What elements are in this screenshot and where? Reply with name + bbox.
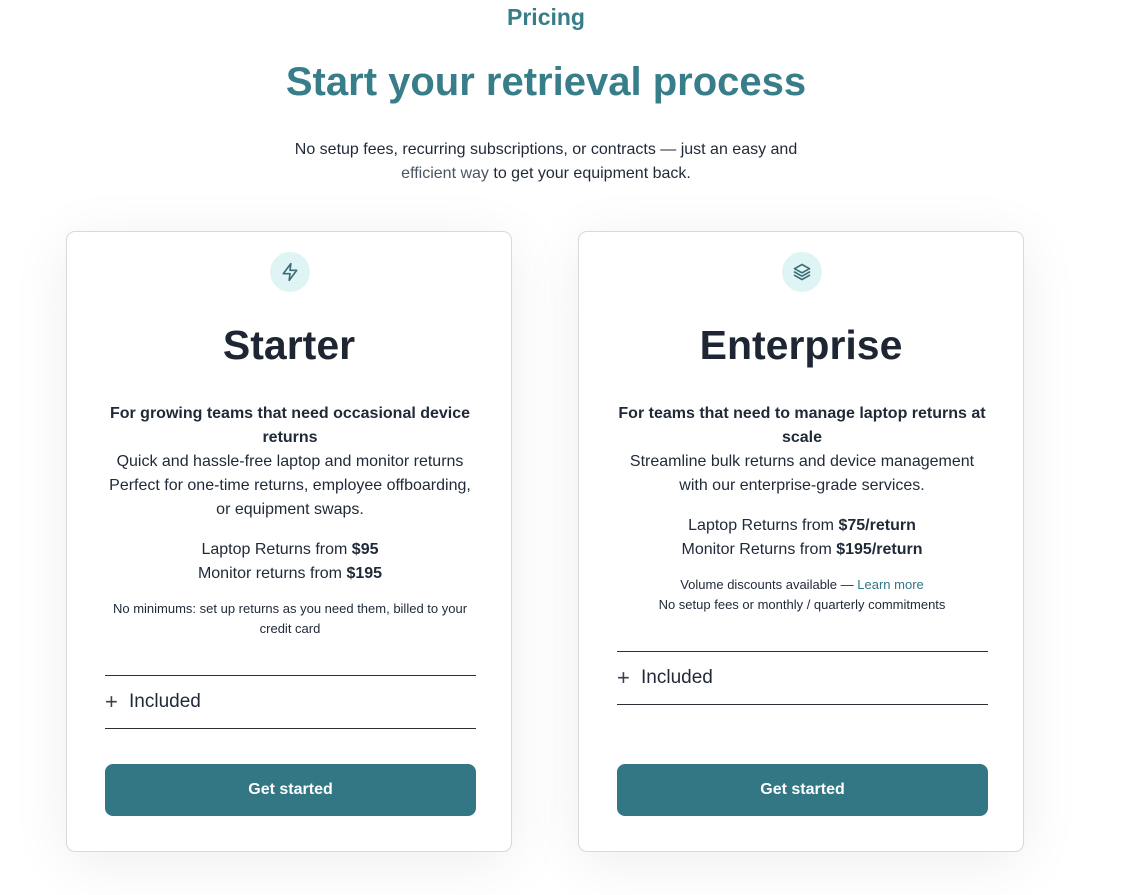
- included-label: Included: [641, 667, 713, 688]
- plan-pricing: Laptop Returns from $95 Monitor returns …: [97, 538, 483, 586]
- monitor-price: $195: [346, 565, 383, 582]
- pricing-eyebrow: Pricing: [507, 4, 585, 30]
- included-toggle[interactable]: + Included: [105, 675, 476, 729]
- page-title: Start your retrieval process: [285, 60, 807, 104]
- laptop-price-line: Laptop Returns from $75/return: [609, 514, 995, 538]
- plus-icon: +: [617, 665, 630, 690]
- plan-name: Enterprise: [699, 322, 903, 368]
- volume-discount-text: Volume discounts available —: [680, 577, 854, 592]
- volume-discount-line: Volume discounts available — Learn more: [609, 575, 995, 595]
- monitor-price: $195/return: [836, 541, 923, 558]
- lightning-icon: [270, 252, 310, 292]
- monitor-price-label: Monitor returns from: [197, 565, 342, 582]
- included-label: Included: [129, 691, 201, 712]
- plan-tagline: For teams that need to manage laptop ret…: [618, 405, 986, 446]
- learn-more-link[interactable]: Learn more: [857, 577, 923, 592]
- get-started-button[interactable]: Get started: [105, 764, 476, 816]
- laptop-price-label: Laptop Returns from: [201, 541, 348, 558]
- plus-icon: +: [105, 689, 118, 714]
- included-toggle[interactable]: + Included: [617, 651, 988, 705]
- laptop-price: $95: [351, 541, 379, 558]
- plan-card-starter: Starter For growing teams that need occa…: [66, 231, 512, 852]
- plan-tagline: For growing teams that need occasional d…: [109, 405, 471, 446]
- commitment-note: No setup fees or monthly / quarterly com…: [658, 596, 946, 612]
- plan-pricing: Laptop Returns from $75/return Monitor R…: [609, 514, 995, 562]
- layers-icon: [782, 252, 822, 292]
- plan-details: For teams that need to manage laptop ret…: [609, 402, 995, 614]
- plan-name: Starter: [222, 322, 356, 368]
- laptop-price: $75/return: [838, 517, 916, 534]
- plan-description: Quick and hassle-free laptop and monitor…: [109, 453, 471, 518]
- monitor-price-label: Monitor Returns from: [681, 541, 832, 558]
- page-subtitle: No setup fees, recurring subscriptions, …: [270, 138, 822, 186]
- get-started-button[interactable]: Get started: [617, 764, 988, 816]
- plan-note: Volume discounts available — Learn more …: [609, 575, 995, 614]
- plan-card-enterprise: Enterprise For teams that need to manage…: [578, 231, 1024, 852]
- laptop-price-line: Laptop Returns from $95: [97, 538, 483, 562]
- monitor-price-line: Monitor returns from $195: [97, 562, 483, 586]
- plan-details: For growing teams that need occasional d…: [97, 402, 483, 638]
- subtitle-muted-text: efficient way: [401, 165, 489, 182]
- plan-note: No minimums: set up returns as you need …: [112, 601, 468, 636]
- subtitle-text: No setup fees, recurring subscriptions, …: [294, 141, 798, 158]
- laptop-price-label: Laptop Returns from: [688, 517, 835, 534]
- monitor-price-line: Monitor Returns from $195/return: [609, 538, 995, 562]
- plan-description: Streamline bulk returns and device manag…: [629, 453, 975, 494]
- subtitle-end-text: to get your equipment back.: [493, 165, 691, 182]
